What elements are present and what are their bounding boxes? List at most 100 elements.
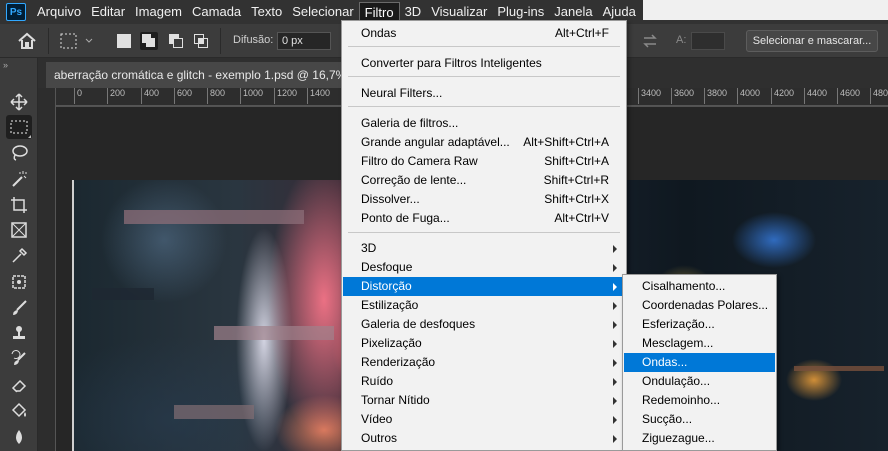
filter-item-ruido[interactable]: Ruído [343,372,625,391]
ruler-tick: 200 [107,88,125,104]
collapse-panel-icon[interactable]: » [3,60,8,70]
eyedropper-tool-icon[interactable] [6,244,32,268]
ruler-tick: 4600 [837,88,860,104]
filter-item-pixelizacao[interactable]: Pixelização [343,334,625,353]
ruler-tick: 1000 [240,88,263,104]
menu-visualizar[interactable]: Visualizar [426,2,492,22]
filter-item-desfoque[interactable]: Desfoque [343,258,625,277]
magic-wand-icon[interactable] [6,167,32,191]
ruler-tick: 1200 [274,88,297,104]
submenu-arrow-icon [613,416,617,424]
filter-item-neural-filters[interactable]: Neural Filters... [343,84,625,103]
menu-separator [348,76,620,77]
filter-item-distorcao[interactable]: Distorção [343,277,625,296]
a-label: A: [676,34,687,46]
menu-plugins[interactable]: Plug-ins [492,2,549,22]
ruler-tick: 4400 [804,88,827,104]
distort-item-esferizacao[interactable]: Esferização... [624,315,775,334]
filter-item-dissolver[interactable]: Dissolver... Shift+Ctrl+X [343,190,625,209]
glitch-strip [214,326,334,340]
ruler-tick: 3600 [671,88,694,104]
swap-icon[interactable] [640,31,660,51]
difusao-input[interactable]: 0 px [277,32,331,50]
filter-item-ondas-last[interactable]: Ondas Alt+Ctrl+F [343,24,625,43]
blur-tool-icon[interactable] [6,425,32,449]
distort-item-ziguezague[interactable]: Ziguezague... [624,429,775,448]
filter-item-galeria[interactable]: Galeria de filtros... [343,114,625,133]
document-tab[interactable]: aberração cromática e glitch - exemplo 1… [46,62,362,88]
eraser-tool-icon[interactable] [6,373,32,397]
tools-panel: » [0,58,38,451]
ruler-tick: 600 [174,88,192,104]
move-tool-icon[interactable] [6,90,32,114]
home-icon[interactable] [16,31,40,51]
intersect-selection-icon[interactable] [194,34,208,48]
rect-marquee-preset-icon[interactable] [58,31,98,51]
menu-editar[interactable]: Editar [86,2,130,22]
lasso-tool-icon[interactable] [6,141,32,165]
menu-filtro[interactable]: Filtro [358,2,400,22]
filter-item-3d[interactable]: 3D [343,239,625,258]
menu-janela[interactable]: Janela [549,2,597,22]
ruler-tick: 3400 [638,88,661,104]
menu-arquivo[interactable]: Arquivo [32,2,86,22]
paint-bucket-icon[interactable] [6,399,32,423]
history-brush-icon[interactable] [6,347,32,371]
ruler-tick: 800 [207,88,225,104]
subtract-selection-icon[interactable] [169,34,183,48]
filter-item-tornar-nitido[interactable]: Tornar Nítido [343,391,625,410]
divider [48,28,49,54]
frame-tool-icon[interactable] [6,218,32,242]
glitch-strip [174,405,254,419]
menu-3d[interactable]: 3D [400,2,427,22]
vertical-ruler [38,88,56,451]
filter-item-estilizacao[interactable]: Estilização [343,296,625,315]
ruler-tick: 1400 [307,88,330,104]
brush-tool-icon[interactable] [6,296,32,320]
menu-selecionar[interactable]: Selecionar [287,2,358,22]
filter-item-camera-raw[interactable]: Filtro do Camera Raw Shift+Ctrl+A [343,152,625,171]
menu-imagem[interactable]: Imagem [130,2,187,22]
menu-texto[interactable]: Texto [246,2,287,22]
distort-item-coordenadas-polares[interactable]: Coordenadas Polares... [624,296,775,315]
distort-item-mesclagem[interactable]: Mesclagem... [624,334,775,353]
divider [220,28,221,54]
distort-item-cisalhamento[interactable]: Cisalhamento... [624,277,775,296]
select-and-mask-button[interactable]: Selecionar e mascarar... [746,30,878,52]
healing-brush-icon[interactable] [6,270,32,294]
submenu-arrow-icon [613,378,617,386]
filter-item-correcao-lente[interactable]: Correção de lente... Shift+Ctrl+R [343,171,625,190]
crop-tool-icon[interactable] [6,193,32,217]
photoshop-logo[interactable]: Ps [6,3,26,21]
filter-item-grande-angular[interactable]: Grande angular adaptável... Alt+Shift+Ctr… [343,133,625,152]
filter-item-galeria-desfoques[interactable]: Galeria de desfoques [343,315,625,334]
ruler-tick: 4800 [870,88,888,104]
menu-ajuda[interactable]: Ajuda [598,2,641,22]
menu-camada[interactable]: Camada [187,2,246,22]
title-bar-blank [643,0,888,20]
filter-item-video[interactable]: Vídeo [343,410,625,429]
filter-item-smart-filters[interactable]: Converter para Filtros Inteligentes [343,54,625,73]
distort-item-succao[interactable]: Sucção... [624,410,775,429]
filter-item-outros[interactable]: Outros [343,429,625,448]
submenu-arrow-icon [613,321,617,329]
submenu-arrow-icon [613,302,617,310]
distort-item-ondas[interactable]: Ondas... [624,353,775,372]
distort-item-ondulacao[interactable]: Ondulação... [624,372,775,391]
submenu-arrow-icon [613,435,617,443]
submenu-arrow-icon [613,359,617,367]
rect-marquee-tool-icon[interactable] [6,115,32,139]
filter-item-renderizacao[interactable]: Renderização [343,353,625,372]
a-value-input[interactable] [691,32,725,50]
ruler-tick: 400 [141,88,159,104]
menu-separator [348,106,620,107]
new-selection-icon[interactable] [117,34,131,48]
ruler-tick: 3800 [704,88,727,104]
filter-item-ponto-fuga[interactable]: Ponto de Fuga... Alt+Ctrl+V [343,209,625,228]
filter-menu-dropdown: Ondas Alt+Ctrl+F Converter para Filtros I… [341,20,627,451]
distort-item-redemoinho[interactable]: Redemoinho... [624,391,775,410]
clone-stamp-icon[interactable] [6,321,32,345]
submenu-arrow-icon [613,283,617,291]
add-selection-icon[interactable] [140,32,158,50]
submenu-arrow-icon [613,340,617,348]
